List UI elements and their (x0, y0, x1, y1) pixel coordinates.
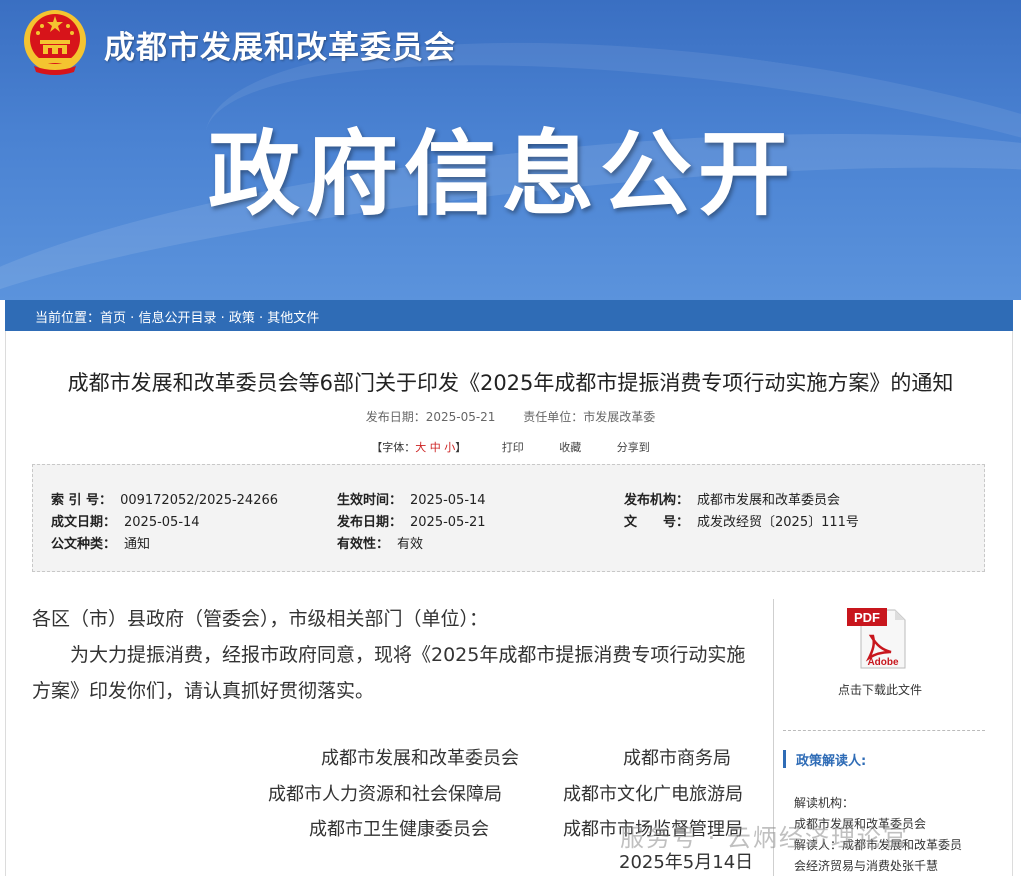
download-file-link[interactable]: 点击下载此文件 (838, 681, 922, 698)
signer: 成都市发展和改革委员会 (321, 748, 519, 769)
breadcrumb-prefix: 当前位置： (35, 311, 101, 326)
breadcrumb-separator: · (216, 311, 229, 326)
info-key: 成文日期： (51, 515, 117, 530)
info-value: 有效 (397, 537, 424, 552)
info-key: 发布日期： (337, 515, 403, 530)
interp-person-dept: 会经济贸易与消费处张千慧 (794, 859, 939, 873)
body-paragraph-line: 方案》印发你们，请认真抓好贯彻落实。 (32, 680, 375, 702)
info-issuer: 发布机构： 成都市发展和改革委员会 (624, 489, 840, 508)
signer: 成都市文化广电旅游局 (563, 784, 743, 805)
pdf-badge-text: PDF (854, 610, 880, 625)
font-size-label: 【字体： (371, 441, 416, 454)
font-size-control: 【字体：大 中 小】 (371, 441, 466, 454)
info-effective-time: 生效时间： 2025-05-14 (337, 489, 486, 508)
publish-date: 发布日期：2025-05-21 (365, 410, 496, 424)
info-category: 公文种类： 通知 (51, 533, 150, 552)
font-size-large[interactable]: 大 (415, 441, 426, 454)
sidebar-separator (783, 730, 985, 731)
site-banner: 成都市发展和改革委员会 政府信息公开 (0, 0, 1021, 300)
info-value: 通知 (124, 537, 151, 552)
share-link[interactable]: 分享到 (617, 441, 650, 454)
info-value: 成发改经贸〔2025〕111号 (697, 515, 859, 530)
info-value: 成都市发展和改革委员会 (697, 493, 841, 508)
org-name[interactable]: 成都市发展和改革委员会 (104, 22, 456, 67)
breadcrumb-home[interactable]: 首页 (100, 311, 126, 326)
breadcrumb-catalog[interactable]: 信息公开目录 (138, 311, 216, 326)
banner-title: 政府信息公开 (208, 121, 797, 228)
info-key: 公文种类： (51, 537, 117, 552)
document-tools: 【字体：大 中 小】 打印 收藏 分享到 (0, 439, 1021, 455)
font-size-end: 】 (455, 441, 467, 454)
info-publish-date: 发布日期： 2025-05-21 (337, 511, 486, 530)
info-key: 索 引 号： (51, 493, 113, 508)
info-key: 有效性： (337, 537, 390, 552)
print-link[interactable]: 打印 (502, 441, 524, 454)
info-value: 2025-05-14 (124, 515, 200, 530)
breadcrumb-separator: · (126, 311, 139, 326)
pdf-file-icon[interactable]: PDF Adobe (845, 606, 911, 670)
signer: 成都市商务局 (623, 748, 731, 769)
info-key: 文 号： (624, 515, 690, 530)
info-value: 009172052/2025-24266 (120, 493, 279, 508)
responsible-unit: 责任单位：市发展改革委 (523, 410, 656, 424)
info-validity: 有效性： 有效 (337, 533, 423, 552)
watermark: 服务号 · 云炳经济理论官 (620, 824, 909, 852)
interp-org-key: 解读机构： (794, 796, 855, 810)
font-size-small[interactable]: 小 (444, 441, 455, 454)
national-emblem-icon (24, 10, 86, 75)
info-doc-no: 文 号： 成发改经贸〔2025〕111号 (624, 511, 859, 530)
info-value: 2025-05-21 (410, 515, 486, 530)
salutation: 各区（市）县政府（管委会），市级相关部门（单位）： (32, 608, 489, 630)
font-size-medium[interactable]: 中 (430, 441, 441, 454)
info-key: 生效时间： (337, 493, 403, 508)
breadcrumb: 当前位置：首页 · 信息公开目录 · 政策 · 其他文件 (35, 307, 319, 326)
signer: 成都市人力资源和社会保障局 (268, 784, 502, 805)
info-written-date: 成文日期： 2025-05-14 (51, 511, 200, 530)
breadcrumb-separator: · (254, 311, 268, 326)
breadcrumb-policy[interactable]: 政策 (229, 311, 255, 326)
document-meta: 发布日期：2025-05-21 责任单位：市发展改革委 (0, 408, 1021, 425)
signer: 成都市卫生健康委员会 (309, 819, 489, 840)
favorite-link[interactable]: 收藏 (559, 441, 581, 454)
info-value: 2025-05-14 (410, 493, 486, 508)
breadcrumb-other-files[interactable]: 其他文件 (267, 311, 319, 326)
breadcrumb-bar: 当前位置：首页 · 信息公开目录 · 政策 · 其他文件 (5, 300, 1013, 331)
adobe-text: Adobe (867, 657, 899, 668)
info-key: 发布机构： (624, 493, 690, 508)
interpretation-heading: 政策解读人: (783, 750, 866, 769)
body-paragraph-line: 为大力提振消费，经报市政府同意，现将《2025年成都市提振消费专项行动实施 (70, 644, 746, 666)
document-title: 成都市发展和改革委员会等6部门关于印发《2025年成都市提振消费专项行动实施方案… (67, 371, 954, 395)
document-info-table: 索 引 号： 009172052/2025-24266 生效时间： 2025-05-… (32, 464, 985, 572)
info-index-no: 索 引 号： 009172052/2025-24266 (51, 489, 278, 508)
